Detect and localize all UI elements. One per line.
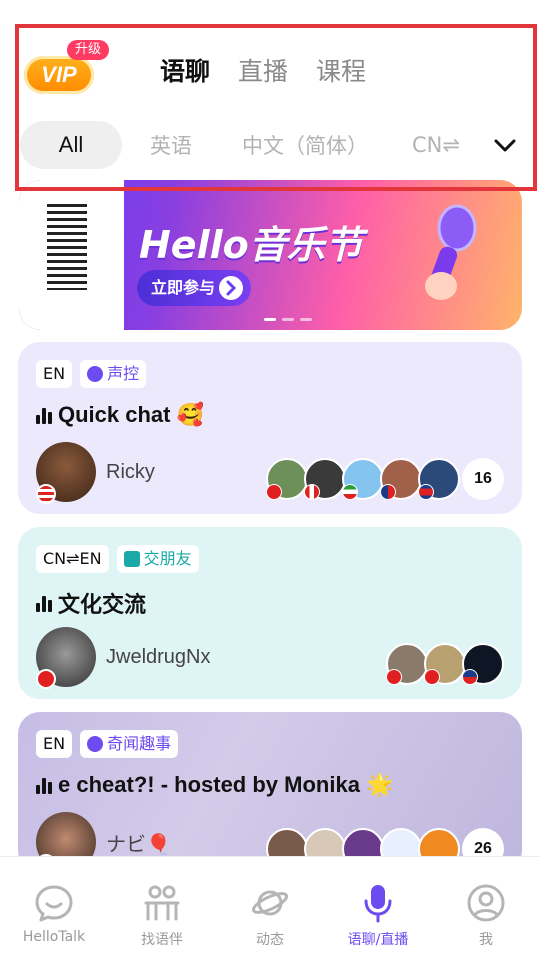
room-title-text: Quick chat 🥰: [58, 402, 204, 427]
room-card[interactable]: EN 声控 Quick chat 🥰 Ricky 16: [18, 342, 522, 514]
audience-avatars[interactable]: 16: [266, 458, 504, 500]
nav-hellotalk[interactable]: HelloTalk: [0, 857, 108, 960]
profile-icon: [467, 884, 505, 922]
nav-label: 我: [479, 932, 493, 948]
sofa-icon: [123, 551, 140, 567]
topic-label: 奇闻趣事: [107, 734, 172, 753]
bottom-navigation: HelloTalk 找语伴 动态 语聊/直播 我: [0, 856, 540, 960]
room-tags: CN⇌EN 交朋友: [36, 545, 199, 573]
top-header: VIP 升级 语聊 直播 课程 All 英语 中文（简体） CN⇌: [0, 0, 540, 191]
flag-us-icon: [36, 484, 56, 504]
audio-bars-icon: [36, 776, 52, 794]
language-tag: CN⇌EN: [36, 545, 109, 573]
topic-label: 声控: [107, 364, 140, 383]
page-dot: [264, 318, 276, 321]
barcode-graphic: [47, 204, 87, 290]
filter-chinese-simplified[interactable]: 中文（简体）: [242, 121, 368, 169]
flag-kh-icon: [418, 484, 434, 500]
language-filter-tabs: All 英语 中文（简体） CN⇌: [20, 121, 490, 169]
room-title: 文化交流: [36, 587, 146, 619]
room-title: e cheat?! - hosted by Monika 🌟: [36, 772, 393, 798]
avatar: [386, 643, 428, 685]
nav-label: 动态: [256, 932, 284, 948]
filter-english[interactable]: 英语: [150, 121, 192, 169]
banner-title: Hello音乐节: [139, 223, 363, 267]
room-card[interactable]: EN 奇闻趣事 e cheat?! - hosted by Monika 🌟 ナ…: [18, 712, 522, 872]
upgrade-badge[interactable]: 升级: [67, 40, 110, 60]
join-now-button[interactable]: 立即参与: [137, 270, 252, 306]
audience-count: 16: [462, 458, 504, 500]
planet-icon: [251, 890, 289, 916]
arrow-right-icon: [219, 276, 244, 300]
avatar[interactable]: [36, 442, 96, 504]
avatar: [462, 643, 504, 685]
avatar: [266, 458, 308, 500]
nav-voice-live[interactable]: 语聊/直播: [324, 857, 432, 960]
room-card[interactable]: CN⇌EN 交朋友 文化交流 JweldrugNx: [18, 527, 522, 699]
vip-label: VIP: [41, 62, 77, 87]
avatar: [304, 458, 346, 500]
flag-cn-icon: [386, 669, 402, 685]
topic-label: 交朋友: [143, 549, 192, 568]
nav-label: 找语伴: [141, 932, 183, 948]
nav-find-partners[interactable]: 找语伴: [108, 857, 216, 960]
page-dot: [300, 318, 312, 321]
room-host[interactable]: Ricky: [36, 442, 155, 504]
filter-cn-exchange[interactable]: CN⇌: [412, 121, 460, 169]
nav-label: HelloTalk: [22, 929, 86, 945]
partners-icon: [144, 885, 180, 921]
audio-bars-icon: [36, 406, 52, 424]
nav-label: 语聊/直播: [347, 932, 409, 948]
language-tag: EN: [36, 730, 73, 758]
avatar: [380, 458, 422, 500]
room-title-text: 文化交流: [58, 592, 147, 617]
room-host[interactable]: JweldrugNx: [36, 627, 211, 689]
tab-live[interactable]: 直播: [238, 52, 288, 88]
host-name: ナビ🎈: [106, 833, 171, 856]
topic-tag: 奇闻趣事: [80, 730, 179, 758]
chevron-down-icon[interactable]: [492, 132, 518, 158]
hashtag-icon: [87, 366, 104, 382]
music-festival-banner[interactable]: Hello音乐节 立即参与: [19, 180, 522, 330]
microphone-icon: [364, 885, 392, 923]
topic-tag: 声控: [80, 360, 147, 388]
room-tags: EN 奇闻趣事: [36, 730, 179, 758]
room-title: Quick chat 🥰: [36, 402, 204, 428]
microphone-illustration: [425, 204, 477, 300]
flag-cn-icon: [266, 484, 282, 500]
nav-moments[interactable]: 动态: [216, 857, 324, 960]
ticket-perforation: [111, 190, 117, 320]
flag-ph-icon: [462, 669, 478, 685]
tab-courses[interactable]: 课程: [316, 52, 366, 88]
host-name: Ricky: [106, 460, 155, 483]
hashtag-icon: [87, 736, 104, 752]
avatar[interactable]: [36, 627, 96, 689]
audio-bars-icon: [36, 594, 52, 612]
avatar: [424, 643, 466, 685]
vip-badge-button[interactable]: VIP: [24, 56, 94, 94]
room-tags: EN 声控: [36, 360, 147, 388]
flag-cn-icon: [424, 669, 440, 685]
join-now-label: 立即参与: [151, 278, 216, 297]
avatar: [418, 458, 460, 500]
flag-cn-icon: [36, 669, 56, 689]
audience-avatars[interactable]: [386, 643, 504, 685]
flag-do-icon: [380, 484, 396, 500]
page-dot: [282, 318, 294, 321]
filter-all[interactable]: All: [20, 121, 122, 169]
chat-bubble-icon: [35, 885, 73, 922]
top-tabs: 语聊 直播 课程: [160, 52, 366, 88]
nav-me[interactable]: 我: [432, 857, 540, 960]
topic-tag: 交朋友: [116, 545, 199, 573]
flag-pe-icon: [304, 484, 320, 500]
avatar: [342, 458, 384, 500]
banner-page-indicator: [264, 318, 312, 321]
language-tag: EN: [36, 360, 73, 388]
tab-voice-chat[interactable]: 语聊: [160, 52, 210, 88]
flag-ir-icon: [342, 484, 358, 500]
host-name: JweldrugNx: [106, 645, 211, 668]
room-title-text: e cheat?! - hosted by Monika 🌟: [58, 772, 394, 797]
